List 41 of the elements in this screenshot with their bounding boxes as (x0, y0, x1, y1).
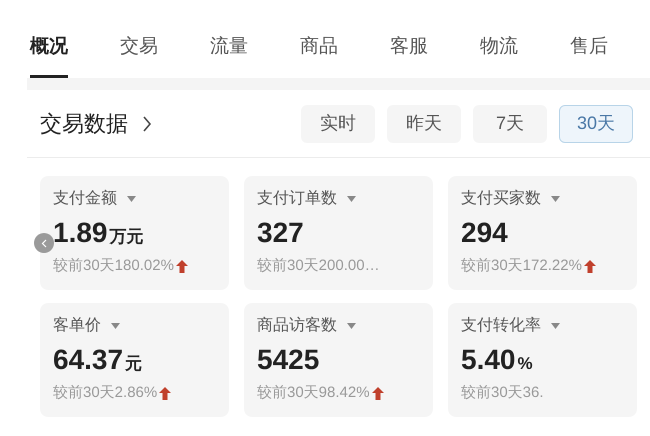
tab[interactable]: 物流 (454, 0, 544, 78)
tab[interactable]: 商品 (274, 0, 364, 78)
metric-unit: % (518, 353, 533, 375)
tab[interactable]: 售后 (544, 0, 634, 78)
dropdown-caret-icon[interactable] (111, 323, 120, 329)
comparison-text: 较前30天2.86% (53, 383, 158, 403)
comparison-text: 较前30天98.42% (257, 383, 370, 403)
metric-value: 5.40 (461, 343, 516, 377)
date-range-button[interactable]: 30天 (559, 104, 633, 142)
dropdown-caret-icon[interactable] (127, 196, 136, 202)
comparison-text: 较前30天172.22% (461, 256, 582, 276)
chevron-left-icon (41, 238, 47, 248)
metric-label: 支付买家数 (461, 188, 541, 209)
metric-unit: 元 (125, 353, 142, 375)
metric-unit: 万元 (110, 226, 144, 248)
metric-label: 支付订单数 (257, 188, 337, 209)
dropdown-caret-icon[interactable] (347, 196, 356, 202)
metric-label: 支付金额 (53, 188, 117, 209)
metric-label: 商品访客数 (257, 316, 337, 336)
comparison-text: 较前30天180.02% (53, 256, 174, 276)
dropdown-caret-icon[interactable] (551, 196, 560, 202)
dropdown-caret-icon[interactable] (551, 323, 560, 329)
comparison-text: 较前30天200.00… (257, 256, 380, 276)
metric-value: 294 (461, 216, 508, 250)
date-range-button[interactable]: 实时 (301, 104, 375, 142)
comparison-text: 较前30天36. (461, 383, 544, 403)
dropdown-caret-icon[interactable] (347, 323, 356, 329)
metric-value: 327 (257, 216, 304, 250)
metric-label: 客单价 (53, 316, 101, 336)
metric-value: 64.37 (53, 343, 124, 377)
tab[interactable]: 客服 (364, 0, 454, 78)
tab[interactable]: 交易 (94, 0, 184, 78)
chevron-right-icon[interactable] (142, 114, 152, 132)
date-range-button[interactable]: 昨天 (387, 104, 461, 142)
metric-value: 5425 (257, 343, 320, 377)
tab[interactable]: 流量 (184, 0, 274, 78)
metric-label: 支付转化率 (461, 316, 541, 336)
metric-value: 1.89 (53, 216, 108, 250)
date-range-button[interactable]: 7天 (473, 104, 547, 142)
back-button[interactable] (34, 233, 54, 253)
section-title: 交易数据 (40, 110, 128, 138)
